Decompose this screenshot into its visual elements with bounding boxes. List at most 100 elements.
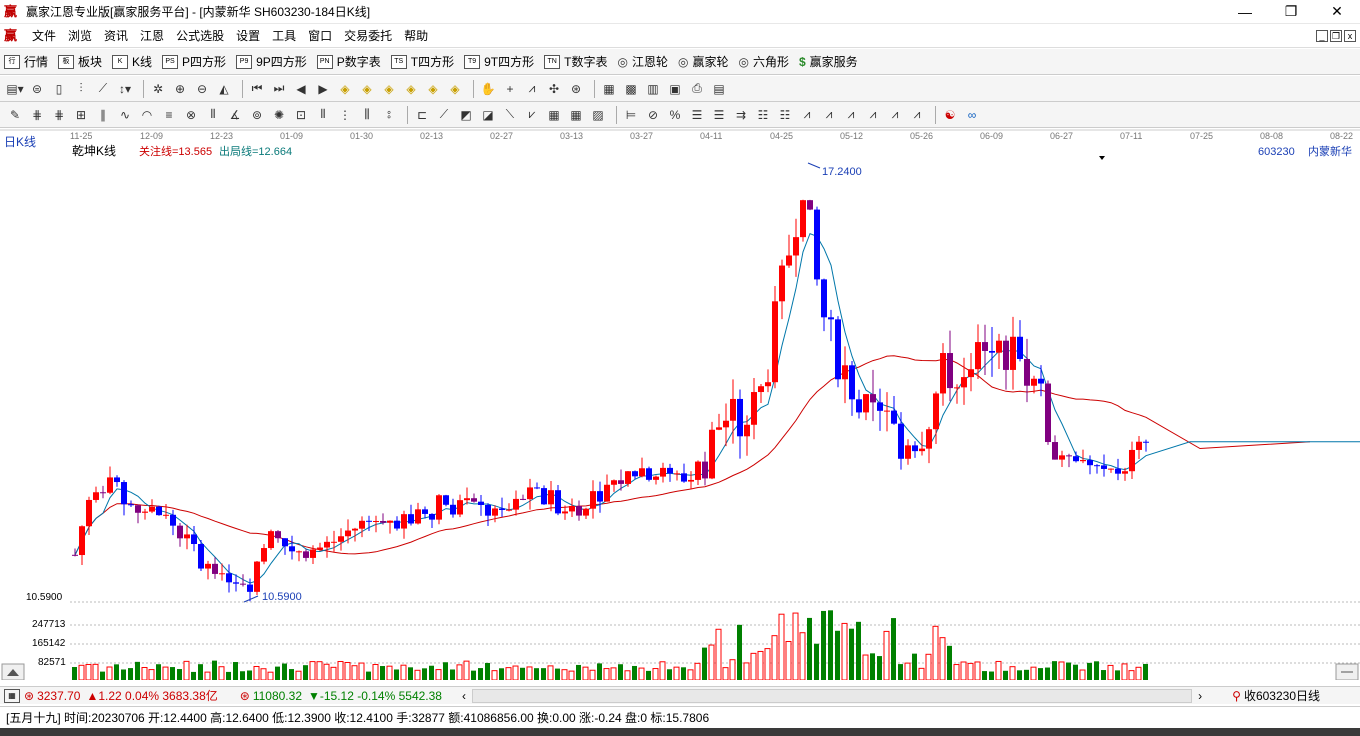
diamond-icon-3[interactable]: ◈ xyxy=(380,80,398,98)
toolbar-winner-wheel[interactable]: ◎ 赢家轮 xyxy=(678,53,729,70)
toolbar-gann-wheel[interactable]: ◎ 江恩轮 xyxy=(617,53,668,70)
toolbar-9p-square[interactable]: P9 9P四方形 xyxy=(236,53,307,70)
square-grid-icon[interactable]: ⊡ xyxy=(292,106,310,124)
grid-icon[interactable]: ▥ xyxy=(644,80,662,98)
toolbar-t-square[interactable]: TS T四方形 xyxy=(390,53,454,70)
toolbar-p-square[interactable]: PS P四方形 xyxy=(162,53,226,70)
toolbar-9t-square[interactable]: T9 9T四方形 xyxy=(464,53,534,70)
filter-icon[interactable]: ⚲ xyxy=(1232,689,1241,703)
pen-icon[interactable]: ✎ xyxy=(6,106,24,124)
percent-icon[interactable]: % xyxy=(666,106,684,124)
toolbar-p-table[interactable]: PN P数字表 xyxy=(316,53,381,70)
slope3-icon[interactable]: ⩘ xyxy=(842,106,860,124)
globe-icon[interactable]: ⊛ xyxy=(567,80,585,98)
line-icon[interactable]: ⟍ xyxy=(501,106,519,124)
menu-info[interactable]: 资讯 xyxy=(98,27,134,44)
prev-icon[interactable]: ◀ xyxy=(292,80,310,98)
diamond-icon-5[interactable]: ◈ xyxy=(424,80,442,98)
spiral-icon[interactable]: ⊚ xyxy=(248,106,266,124)
slope4-icon[interactable]: ⩘ xyxy=(864,106,882,124)
kline-small-icon[interactable]: ⫶ xyxy=(72,80,90,98)
toolbar-sector[interactable]: 板板块 xyxy=(58,53,102,70)
zoom-in-icon[interactable]: ⊕ xyxy=(171,80,189,98)
layout-dropdown-icon[interactable]: ▤▾ xyxy=(6,80,24,98)
table-icon[interactable]: ▩ xyxy=(622,80,640,98)
fib-ext-icon[interactable]: ☰ xyxy=(710,106,728,124)
toolbar-kline[interactable]: K K线 xyxy=(112,53,152,70)
fib-ret-icon[interactable]: ☰ xyxy=(688,106,706,124)
menu-formula[interactable]: 公式选股 xyxy=(170,27,230,44)
fund-icon[interactable]: ⊜ xyxy=(28,80,46,98)
gann-grid-icon[interactable]: ⋕ xyxy=(50,106,68,124)
dropdown-arrow-icon[interactable] xyxy=(1099,156,1105,160)
menu-window[interactable]: 窗口 xyxy=(302,27,338,44)
horizontal-scrollbar[interactable] xyxy=(472,688,1193,703)
kline-chart[interactable]: 11-25 12-09 12-23 01-09 01-30 02-13 02-27 03-13… xyxy=(0,128,1360,681)
triangle-icon[interactable]: ◭ xyxy=(215,80,233,98)
menu-tools[interactable]: 工具 xyxy=(266,27,302,44)
time-zone-icon[interactable]: ⋮ xyxy=(336,106,354,124)
print-icon[interactable]: ⎙ xyxy=(688,80,706,98)
arrow-icon[interactable]: ⇉ xyxy=(732,106,750,124)
menu-trade[interactable]: 交易委托 xyxy=(338,27,398,44)
slope-icon[interactable]: ⩘ xyxy=(798,106,816,124)
export-icon[interactable]: ▤ xyxy=(710,80,728,98)
toolbar-t-table[interactable]: TN T数字表 xyxy=(544,53,607,70)
matrix2-icon[interactable]: ▦ xyxy=(567,106,585,124)
mdi-restore-button[interactable]: ❐ xyxy=(1330,29,1342,42)
toolbar-service[interactable]: $ 赢家服务 xyxy=(799,53,858,70)
matrix-icon[interactable]: ▦ xyxy=(545,106,563,124)
fib-icon[interactable]: ⫴ xyxy=(314,106,332,124)
yinyang-icon[interactable]: ☯ xyxy=(941,106,959,124)
chart-canvas[interactable]: 11-25 12-09 12-23 01-09 01-30 02-13 02-27 03-13… xyxy=(0,128,1360,681)
speed-icon[interactable]: ◩ xyxy=(457,106,475,124)
mdi-minimize-button[interactable]: _ xyxy=(1316,29,1328,42)
scroll-left-icon[interactable]: ‹ xyxy=(462,689,466,703)
zigzag-icon[interactable]: ⩗ xyxy=(523,106,541,124)
hatch-icon[interactable]: ▨ xyxy=(589,106,607,124)
slope5-icon[interactable]: ⩘ xyxy=(886,106,904,124)
first-icon[interactable]: ⏮ xyxy=(248,80,266,98)
circle-icon[interactable]: ⊗ xyxy=(182,106,200,124)
fan-lines-icon[interactable]: ⟋ xyxy=(435,106,453,124)
doc-icon[interactable]: ▯ xyxy=(50,80,68,98)
star-icon[interactable]: ✺ xyxy=(270,106,288,124)
period-icon[interactable]: ⦀ xyxy=(204,106,222,124)
cycle-icon[interactable]: ⦂ xyxy=(380,106,398,124)
hand-icon[interactable]: ✋ xyxy=(479,80,497,98)
levels-icon[interactable]: ≡ xyxy=(160,106,178,124)
grid-toggle-icon[interactable]: ▦ xyxy=(4,688,20,703)
slope6-icon[interactable]: ⩘ xyxy=(908,106,926,124)
close-button[interactable]: ✕ xyxy=(1314,0,1360,24)
pattern-icon[interactable]: ✣ xyxy=(545,80,563,98)
parallel-icon[interactable]: ∥ xyxy=(94,106,112,124)
sh-index-value[interactable]: 3237.70 xyxy=(37,689,80,703)
last-icon[interactable]: ⏭ xyxy=(270,80,288,98)
sz-index-value[interactable]: 11080.32 xyxy=(253,689,302,703)
zoom-out-icon[interactable]: ⊖ xyxy=(193,80,211,98)
diamond-icon-1[interactable]: ◈ xyxy=(336,80,354,98)
menu-help[interactable]: 帮助 xyxy=(398,27,434,44)
toolbar-hexagon[interactable]: ◎ 六角形 xyxy=(738,53,789,70)
infinity-icon[interactable]: ∞ xyxy=(963,106,981,124)
no-pattern-icon[interactable]: ⊘ xyxy=(644,106,662,124)
menu-browse[interactable]: 浏览 xyxy=(62,27,98,44)
toolbar-quotes[interactable]: 行行情 xyxy=(4,53,48,70)
diamond-icon-2[interactable]: ◈ xyxy=(358,80,376,98)
gann-level-icon[interactable]: ☷ xyxy=(754,106,772,124)
angle-icon[interactable]: ∡ xyxy=(226,106,244,124)
wave-icon[interactable]: ∿ xyxy=(116,106,134,124)
magic-icon[interactable]: ✲ xyxy=(149,80,167,98)
restore-button[interactable]: ❐ xyxy=(1268,0,1314,24)
cursor-dropdown-icon[interactable]: ↕▾ xyxy=(116,80,134,98)
bars-icon[interactable]: ⫼ xyxy=(358,106,376,124)
crosshair-icon[interactable]: + xyxy=(501,80,519,98)
next-icon[interactable]: ▶ xyxy=(314,80,332,98)
menu-file[interactable]: 文件 xyxy=(26,27,62,44)
box-icon[interactable]: ⊏ xyxy=(413,106,431,124)
diamond-icon-6[interactable]: ◈ xyxy=(446,80,464,98)
gann-box-icon[interactable]: ⊞ xyxy=(72,106,90,124)
calendar-icon[interactable]: ▦ xyxy=(600,80,618,98)
menu-settings[interactable]: 设置 xyxy=(230,27,266,44)
save-icon[interactable]: ▣ xyxy=(666,80,684,98)
